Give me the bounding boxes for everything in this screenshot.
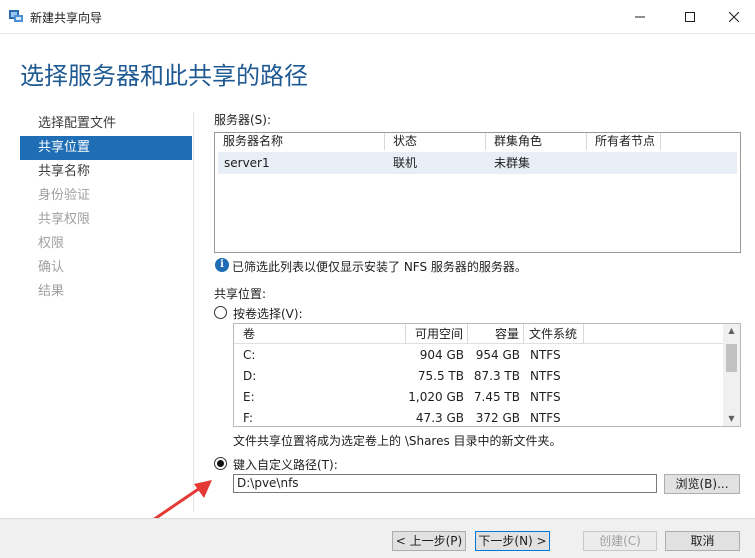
server-role-cell: 未群集: [494, 156, 531, 170]
volume-note: 文件共享位置将成为选定卷上的 \Shares 目录中的新文件夹。: [233, 434, 562, 448]
previous-button[interactable]: < 上一步(P): [392, 531, 466, 551]
close-icon: [729, 12, 739, 22]
server-name-cell: server1: [224, 156, 270, 170]
maximize-button[interactable]: [667, 0, 713, 34]
volume-c-fs: NTFS: [530, 348, 561, 362]
volume-f-capacity: 372 GB: [475, 411, 520, 425]
table-row[interactable]: [218, 152, 737, 174]
scrollbar-thumb[interactable]: [726, 344, 737, 372]
wizard-footer: < 上一步(P) 下一步(N) > 创建(C) 取消: [0, 518, 755, 558]
volumes-table[interactable]: 卷 可用空间 容量 文件系统 C: 904 GB 954 GB NTFS D: …: [233, 323, 741, 427]
volume-d-fs: NTFS: [530, 369, 561, 383]
volume-d-capacity: 87.3 TB: [473, 369, 520, 383]
window-title: 新建共享向导: [30, 11, 103, 25]
page-title: 选择服务器和此共享的路径: [20, 62, 308, 90]
volume-f-fs: NTFS: [530, 411, 561, 425]
nav-step-select-profile[interactable]: 选择配置文件: [20, 112, 192, 136]
custom-path-radio[interactable]: [214, 457, 227, 470]
servers-label: 服务器(S):: [214, 113, 272, 127]
volume-f-name: F:: [243, 411, 254, 425]
volume-e-fs: NTFS: [530, 390, 561, 404]
volume-d-name: D:: [243, 369, 257, 383]
browse-button[interactable]: 浏览(B)...: [664, 474, 740, 494]
nav-step-share-location[interactable]: 共享位置: [20, 136, 192, 160]
by-volume-label[interactable]: 按卷选择(V):: [233, 305, 303, 322]
volume-d-free: 75.5 TB: [417, 369, 464, 383]
volume-e-name: E:: [243, 390, 255, 404]
volume-c-name: C:: [243, 348, 256, 362]
volume-e-capacity: 7.45 TB: [473, 390, 520, 404]
nav-step-authentication: 身份验证: [38, 188, 91, 203]
volumes-scrollbar[interactable]: ▲ ▼: [723, 324, 740, 426]
volume-col-free[interactable]: 可用空间: [406, 324, 468, 344]
share-location-label: 共享位置:: [214, 287, 267, 301]
nav-step-permissions: 权限: [38, 236, 65, 251]
nav-step-results: 结果: [38, 284, 65, 299]
servers-list[interactable]: 服务器名称 状态 群集角色 所有者节点 server1 联机 未群集: [214, 132, 741, 253]
wizard-steps-nav: 选择配置文件 共享位置 共享名称 身份验证 共享权限 权限 确认 结果: [20, 112, 192, 304]
create-button: 创建(C): [583, 531, 657, 551]
servers-col-name[interactable]: 服务器名称: [215, 133, 385, 150]
wizard-header: 选择服务器和此共享的路径: [0, 34, 755, 104]
volume-f-free: 47.3 GB: [415, 411, 464, 425]
volume-c-free: 904 GB: [419, 348, 464, 362]
servers-col-owner[interactable]: 所有者节点: [587, 133, 661, 150]
volume-col-name[interactable]: 卷: [234, 324, 406, 344]
nav-divider: [193, 112, 194, 512]
volume-c-capacity: 954 GB: [475, 348, 520, 362]
volume-col-fs[interactable]: 文件系统: [524, 324, 584, 344]
title-bar: 新建共享向导: [0, 0, 755, 34]
nav-step-share-name[interactable]: 共享名称: [20, 160, 192, 184]
volume-col-capacity[interactable]: 容量: [468, 324, 524, 344]
volumes-table-header: 卷 可用空间 容量 文件系统: [234, 324, 723, 344]
cancel-button[interactable]: 取消: [665, 531, 740, 551]
servers-col-role[interactable]: 群集角色: [486, 133, 587, 150]
share-wizard-app-icon: [9, 10, 23, 22]
maximize-icon: [685, 12, 695, 22]
nav-step-share-permissions: 共享权限: [38, 212, 91, 227]
annotation-arrow-icon: [151, 480, 212, 522]
next-button[interactable]: 下一步(N) >: [475, 531, 550, 551]
scroll-down-icon[interactable]: ▼: [723, 412, 740, 426]
info-icon: i: [215, 258, 229, 272]
volume-e-free: 1,020 GB: [408, 390, 464, 404]
nav-step-confirmation: 确认: [38, 260, 65, 275]
by-volume-radio[interactable]: [214, 306, 227, 319]
scroll-up-icon[interactable]: ▲: [723, 324, 740, 338]
close-button[interactable]: [711, 0, 755, 34]
custom-path-label[interactable]: 键入自定义路径(T):: [233, 456, 338, 473]
servers-filter-info: 已筛选此列表以便仅显示安装了 NFS 服务器的服务器。: [232, 260, 527, 274]
minimize-icon: [635, 16, 645, 18]
servers-col-status[interactable]: 状态: [385, 133, 486, 150]
server-status-cell: 联机: [393, 156, 418, 170]
minimize-button[interactable]: [617, 0, 663, 34]
custom-path-input[interactable]: D:\pve\nfs: [233, 474, 657, 493]
